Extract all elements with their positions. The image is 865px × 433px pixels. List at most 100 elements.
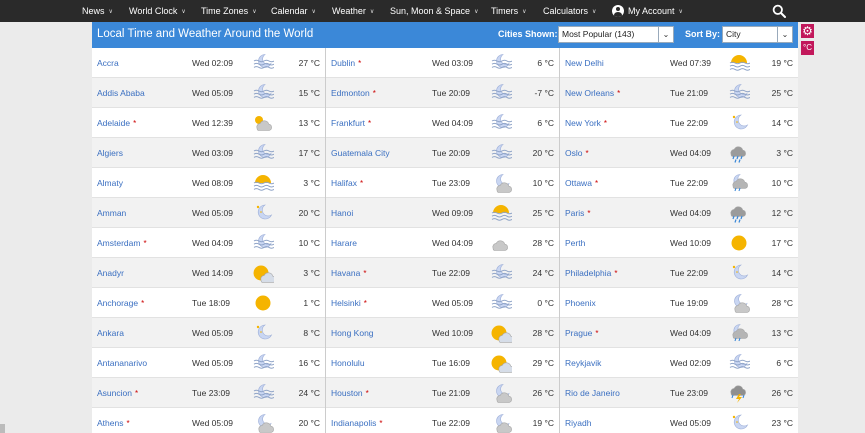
nav-timers[interactable]: Timers ∨ xyxy=(491,0,527,22)
city-link[interactable]: Havana * xyxy=(331,258,366,289)
city-link[interactable]: Prague * xyxy=(565,318,599,349)
city-row: Amman Wed 05:09 20 °C xyxy=(92,198,325,228)
nav-news[interactable]: News ∨ xyxy=(82,0,113,22)
city-row: Guatemala City Tue 20:09 20 °C xyxy=(326,138,559,168)
city-name: Prague xyxy=(565,328,593,338)
fog-moon-icon xyxy=(491,114,512,129)
dst-marker: * xyxy=(141,299,145,308)
city-name: Asuncion xyxy=(97,388,132,398)
fog-sun-icon xyxy=(729,55,750,71)
local-time: Wed 02:09 xyxy=(192,58,233,68)
nav-calendar[interactable]: Calendar ∨ xyxy=(271,0,316,22)
local-time: Wed 05:09 xyxy=(192,418,233,428)
city-link[interactable]: Frankfurt * xyxy=(331,108,371,139)
city-link[interactable]: Riyadh xyxy=(565,408,591,433)
city-link[interactable]: Almaty xyxy=(97,168,123,198)
cities-shown-label: Cities Shown: xyxy=(498,29,558,39)
local-time: Wed 04:09 xyxy=(432,238,473,248)
nav-time-zones[interactable]: Time Zones ∨ xyxy=(201,0,257,22)
nav-weather[interactable]: Weather ∨ xyxy=(332,0,374,22)
city-name: Guatemala City xyxy=(331,148,390,158)
sun-icon xyxy=(255,295,271,311)
local-time: Wed 03:09 xyxy=(192,148,233,158)
city-link[interactable]: Hanoi xyxy=(331,198,353,228)
search-icon[interactable] xyxy=(772,4,786,18)
local-time: Wed 04:09 xyxy=(432,118,473,128)
city-column: Accra Wed 02:09 27 °C Addis Ababa Wed 05:09 1… xyxy=(92,48,325,433)
temperature: 1 °C xyxy=(303,298,320,308)
city-row: Almaty Wed 08:09 3 °C xyxy=(92,168,325,198)
top-navigation: News ∨ World Clock ∨ Time Zones ∨ Calendar ∨ Wea… xyxy=(0,0,865,22)
nav-sun-moon-space[interactable]: Sun, Moon & Space ∨ xyxy=(390,0,478,22)
city-link[interactable]: Oslo * xyxy=(565,138,589,169)
dst-marker: * xyxy=(363,299,367,308)
city-name: Ankara xyxy=(97,328,124,338)
local-time: Tue 22:09 xyxy=(670,268,708,278)
nav-world-clock[interactable]: World Clock ∨ xyxy=(129,0,186,22)
city-link[interactable]: Philadelphia * xyxy=(565,258,617,289)
city-link[interactable]: Dublin * xyxy=(331,48,361,79)
city-link[interactable]: New York * xyxy=(565,108,607,139)
sun-icon xyxy=(731,235,747,251)
city-link[interactable]: New Delhi xyxy=(565,48,604,78)
city-link[interactable]: Amsterdam * xyxy=(97,228,147,259)
city-link[interactable]: Paris * xyxy=(565,198,591,229)
city-link[interactable]: Perth xyxy=(565,228,585,258)
city-link[interactable]: Phoenix xyxy=(565,288,596,318)
city-link[interactable]: Accra xyxy=(97,48,119,78)
local-time: Wed 05:09 xyxy=(670,418,711,428)
city-link[interactable]: Amman xyxy=(97,198,126,228)
city-link[interactable]: Edmonton * xyxy=(331,78,376,109)
dst-marker: * xyxy=(585,149,589,158)
local-time: Tue 20:09 xyxy=(432,148,470,158)
moon-rain-icon xyxy=(732,324,748,342)
city-link[interactable]: Algiers xyxy=(97,138,123,168)
temperature: 24 °C xyxy=(532,268,554,278)
temperature: 26 °C xyxy=(771,388,793,398)
city-name: Helsinki xyxy=(331,298,361,308)
city-link[interactable]: Ankara xyxy=(97,318,124,348)
nav-my-account[interactable]: My Account ∨ xyxy=(612,0,683,22)
city-name: Edmonton xyxy=(331,88,370,98)
city-row: Halifax * Tue 23:09 10 °C xyxy=(326,168,559,198)
city-link[interactable]: Adelaide * xyxy=(97,108,136,139)
city-name: Frankfurt xyxy=(331,118,366,128)
scrollbar-handle[interactable] xyxy=(0,424,5,433)
city-link[interactable]: Helsinki * xyxy=(331,288,367,319)
sort-by-select[interactable]: City ⌄ xyxy=(722,26,793,43)
city-link[interactable]: Asuncion * xyxy=(97,378,138,409)
fog-moon-icon xyxy=(491,264,512,279)
settings-gear-button[interactable]: ⚙ xyxy=(801,24,814,38)
city-row: Asuncion * Tue 23:09 24 °C xyxy=(92,378,325,408)
city-row: Antananarivo Wed 05:09 16 °C xyxy=(92,348,325,378)
city-link[interactable]: Athens * xyxy=(97,408,130,433)
temperature: 24 °C xyxy=(298,388,320,398)
local-time: Tue 22:09 xyxy=(432,268,470,278)
city-link[interactable]: Antananarivo xyxy=(97,348,147,378)
nav-calculators[interactable]: Calculators ∨ xyxy=(543,0,596,22)
city-row: Riyadh Wed 05:09 23 °C xyxy=(560,408,798,433)
city-link[interactable]: Houston * xyxy=(331,378,369,409)
cities-shown-select[interactable]: Most Popular (143) ⌄ xyxy=(558,26,674,43)
dst-marker: * xyxy=(614,269,618,278)
city-link[interactable]: Halifax * xyxy=(331,168,363,199)
city-link[interactable]: Hong Kong xyxy=(331,318,374,348)
city-link[interactable]: Anadyr xyxy=(97,258,124,288)
city-link[interactable]: Rio de Janeiro xyxy=(565,378,620,408)
city-name: New York xyxy=(565,118,601,128)
temperature-unit-button[interactable]: °C xyxy=(801,41,814,55)
nav-label: Timers xyxy=(491,6,519,16)
city-row: Ottawa * Tue 22:09 10 °C xyxy=(560,168,798,198)
city-name: Philadelphia xyxy=(565,268,612,278)
city-link[interactable]: Ottawa * xyxy=(565,168,598,199)
city-link[interactable]: Addis Ababa xyxy=(97,78,145,108)
city-link[interactable]: Honolulu xyxy=(331,348,365,378)
city-link[interactable]: Guatemala City xyxy=(331,138,390,168)
city-link[interactable]: Indianapolis * xyxy=(331,408,383,433)
city-link[interactable]: New Orleans * xyxy=(565,78,620,109)
city-link[interactable]: Harare xyxy=(331,228,357,258)
city-link[interactable]: Reykjavik xyxy=(565,348,601,378)
dst-marker: * xyxy=(134,389,139,398)
city-row: Perth Wed 10:09 17 °C xyxy=(560,228,798,258)
city-link[interactable]: Anchorage * xyxy=(97,288,144,319)
